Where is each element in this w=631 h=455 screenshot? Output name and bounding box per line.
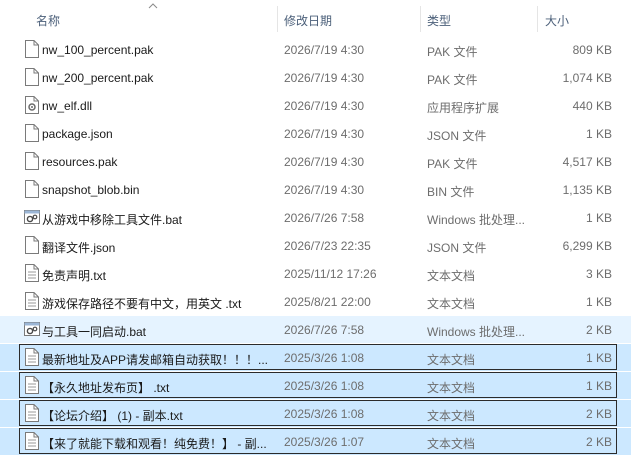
file-row[interactable]: snapshot_blob.bin 2026/7/19 4:30 BIN 文件 1,1… xyxy=(0,176,631,203)
file-date-modified: 2026/7/19 4:30 xyxy=(284,71,365,85)
file-row[interactable]: nw_100_percent.pak 2026/7/19 4:30 PAK 文件 80… xyxy=(0,36,631,63)
file-icon xyxy=(25,40,39,58)
file-date-modified: 2025/3/26 1:08 xyxy=(284,351,365,365)
column-header-size[interactable]: 大小 xyxy=(545,12,569,29)
column-divider[interactable] xyxy=(277,6,278,32)
file-size: 809 KB xyxy=(572,43,612,57)
column-header-name[interactable]: 名称 xyxy=(36,12,60,29)
file-icon xyxy=(25,180,39,198)
file-date-modified: 2026/7/19 4:30 xyxy=(284,155,365,169)
file-row[interactable]: 翻译文件.json 2026/7/23 22:35 JSON 文件 6,299 KB xyxy=(0,232,631,259)
file-date-modified: 2026/7/19 4:30 xyxy=(284,99,365,113)
file-type: 文本文档 xyxy=(427,353,476,367)
text-file-icon xyxy=(25,432,39,450)
file-date-modified: 2026/7/26 7:58 xyxy=(284,323,365,337)
column-header-type[interactable]: 类型 xyxy=(427,12,451,29)
file-size: 6,299 KB xyxy=(562,239,612,253)
file-type: 文本文档 xyxy=(427,269,476,283)
file-row[interactable]: 与工具一同启动.bat 2026/7/26 7:58 Windows 批处理... 2… xyxy=(0,316,631,343)
text-file-icon xyxy=(25,264,39,282)
file-row[interactable]: nw_elf.dll 2026/7/19 4:30 应用程序扩展 440 KB xyxy=(0,92,631,119)
file-size: 1 KB xyxy=(585,379,612,393)
file-type: JSON 文件 xyxy=(427,241,487,255)
file-size: 1,074 KB xyxy=(562,71,612,85)
file-row[interactable]: 【永久地址发布页】 .txt 2025/3/26 1:08 文本文档 1 KB xyxy=(0,372,631,399)
file-name: 游戏保存路径不要有中文，用英文 .txt xyxy=(42,297,242,311)
file-name: package.json xyxy=(42,127,113,141)
file-date-modified: 2025/3/26 1:07 xyxy=(284,435,365,449)
file-type: 文本文档 xyxy=(427,297,476,311)
file-row[interactable]: resources.pak 2026/7/19 4:30 PAK 文件 4,517 K… xyxy=(0,148,631,175)
file-name: resources.pak xyxy=(42,155,118,169)
file-icon xyxy=(25,152,39,170)
batch-file-icon xyxy=(24,322,40,336)
file-row[interactable]: 【来了就能下载和观看！纯免费！】 - 副... 2025/3/26 1:07 文本文… xyxy=(0,428,631,455)
file-type: Windows 批处理... xyxy=(427,325,526,339)
file-size: 2 KB xyxy=(585,407,612,421)
file-row[interactable]: 【论坛介绍】 (1) - 副本.txt 2025/3/26 1:08 文本文档 2 K… xyxy=(0,400,631,427)
file-date-modified: 2025/3/26 1:08 xyxy=(284,379,365,393)
file-name: nw_100_percent.pak xyxy=(42,43,154,57)
text-file-icon xyxy=(25,404,39,422)
file-type: PAK 文件 xyxy=(427,45,478,59)
file-type: BIN 文件 xyxy=(427,185,475,199)
file-name: nw_elf.dll xyxy=(42,99,93,113)
file-date-modified: 2026/7/26 7:58 xyxy=(284,211,365,225)
file-type: PAK 文件 xyxy=(427,73,478,87)
column-header-bar: 名称 修改日期 类型 大小 xyxy=(0,0,631,36)
file-date-modified: 2025/3/26 1:08 xyxy=(284,407,365,421)
file-row[interactable]: 从游戏中移除工具文件.bat 2026/7/26 7:58 Windows 批处理.… xyxy=(0,204,631,231)
text-file-icon xyxy=(25,348,39,366)
file-name: 【来了就能下载和观看！纯免费！】 - 副... xyxy=(42,437,267,451)
file-type: 文本文档 xyxy=(427,437,476,451)
file-date-modified: 2025/8/21 22:00 xyxy=(284,295,371,309)
file-row[interactable]: 免责声明.txt 2025/11/12 17:26 文本文档 3 KB xyxy=(0,260,631,287)
file-size: 2 KB xyxy=(585,435,612,449)
file-size: 1,135 KB xyxy=(562,183,612,197)
file-name: 【论坛介绍】 (1) - 副本.txt xyxy=(42,409,183,423)
column-divider[interactable] xyxy=(420,6,421,32)
file-name: nw_200_percent.pak xyxy=(42,71,154,85)
file-date-modified: 2026/7/23 22:35 xyxy=(284,239,371,253)
file-date-modified: 2026/7/19 4:30 xyxy=(284,43,365,57)
file-name: 免责声明.txt xyxy=(42,269,107,283)
file-size: 1 KB xyxy=(585,211,612,225)
file-type: 文本文档 xyxy=(427,381,476,395)
column-header-date[interactable]: 修改日期 xyxy=(284,12,332,29)
file-row[interactable]: nw_200_percent.pak 2026/7/19 4:30 PAK 文件 1,… xyxy=(0,64,631,91)
file-name: 翻译文件.json xyxy=(42,241,116,255)
dll-file-icon xyxy=(25,96,39,114)
sort-ascending-icon xyxy=(148,3,158,9)
file-size: 1 KB xyxy=(585,295,612,309)
file-size: 4,517 KB xyxy=(562,155,612,169)
file-name: 【永久地址发布页】 .txt xyxy=(42,381,170,395)
file-type: Windows 批处理... xyxy=(427,213,526,227)
file-date-modified: 2026/7/19 4:30 xyxy=(284,127,365,141)
file-icon xyxy=(25,124,39,142)
file-type: PAK 文件 xyxy=(427,157,478,171)
file-size: 1 KB xyxy=(585,127,612,141)
text-file-icon xyxy=(25,292,39,310)
file-name: snapshot_blob.bin xyxy=(42,183,140,197)
batch-file-icon xyxy=(24,210,40,224)
file-date-modified: 2026/7/19 4:30 xyxy=(284,183,365,197)
file-type: JSON 文件 xyxy=(427,129,487,143)
file-row[interactable]: 游戏保存路径不要有中文，用英文 .txt 2025/8/21 22:00 文本文档 1… xyxy=(0,288,631,315)
file-type: 文本文档 xyxy=(427,409,476,423)
file-size: 3 KB xyxy=(585,267,612,281)
file-type: 应用程序扩展 xyxy=(427,101,500,115)
file-size: 440 KB xyxy=(572,99,612,113)
file-name: 从游戏中移除工具文件.bat xyxy=(42,213,183,227)
text-file-icon xyxy=(25,376,39,394)
file-icon xyxy=(25,68,39,86)
column-divider[interactable] xyxy=(537,6,538,32)
file-name: 与工具一同启动.bat xyxy=(42,325,147,339)
file-row[interactable]: package.json 2026/7/19 4:30 JSON 文件 1 KB xyxy=(0,120,631,147)
file-name: 最新地址及APP请发邮箱自动获取！！！... xyxy=(42,353,269,367)
file-date-modified: 2025/11/12 17:26 xyxy=(284,267,377,281)
file-row[interactable]: 最新地址及APP请发邮箱自动获取！！！... 2025/3/26 1:08 文本文档… xyxy=(0,344,631,371)
file-icon xyxy=(25,236,39,254)
file-size: 2 KB xyxy=(585,323,612,337)
file-size: 1 KB xyxy=(585,351,612,365)
